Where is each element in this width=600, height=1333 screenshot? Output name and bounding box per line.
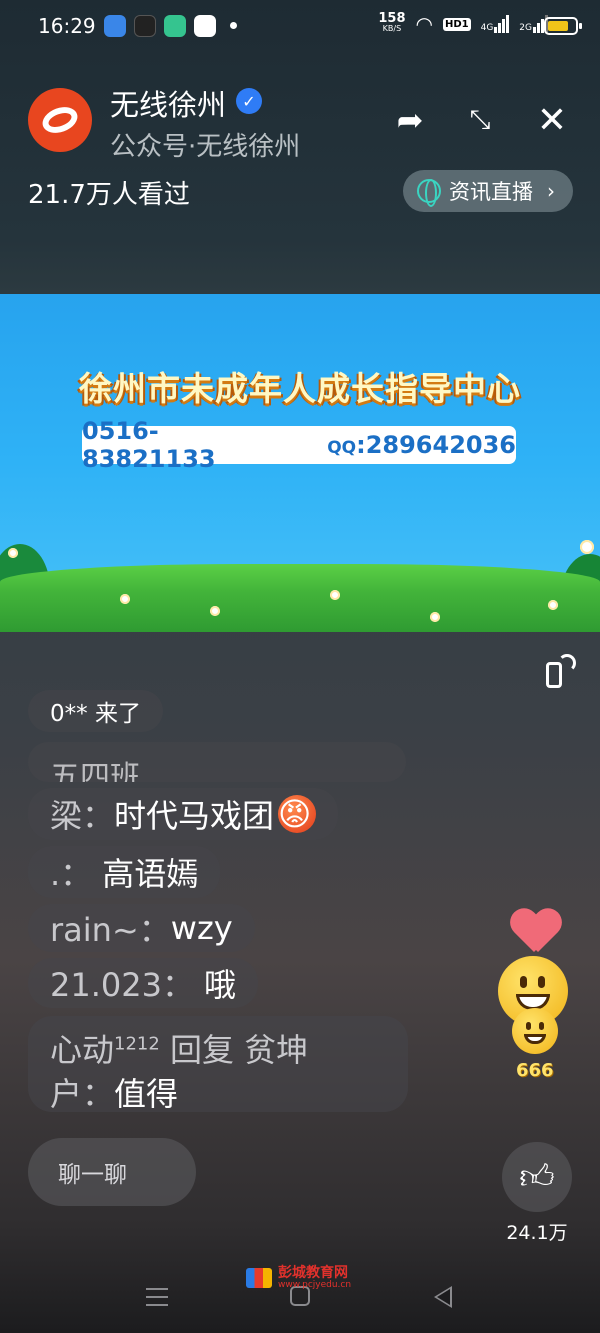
like-button[interactable]: 👍︎ bbox=[502, 1142, 572, 1212]
thumbs-up-smiley-icon bbox=[512, 1008, 558, 1054]
app-notification-icon bbox=[104, 15, 126, 37]
net-speed: 158 KB/S bbox=[378, 11, 406, 33]
comment-item[interactable]: rain~： wzy bbox=[28, 904, 255, 952]
clock: 16:29 bbox=[38, 14, 96, 38]
grass-field bbox=[0, 564, 600, 632]
rotate-screen-button[interactable] bbox=[540, 652, 580, 692]
watermark-name: 彭城教育网 bbox=[278, 1265, 348, 1281]
comment-item[interactable]: 梁： 时代马戏团 bbox=[28, 788, 339, 840]
flower bbox=[8, 548, 18, 558]
video-banner-title: 徐州市未成年人成长指导中心 bbox=[79, 369, 521, 408]
hd-icon: HD1 bbox=[442, 17, 471, 31]
battery-icon bbox=[544, 17, 582, 35]
flower bbox=[548, 600, 558, 610]
watermark-logo-icon bbox=[246, 1268, 272, 1288]
tiktok-notification-icon bbox=[134, 15, 156, 37]
comment-author: rain~： bbox=[50, 911, 171, 949]
share-icon: ➦ bbox=[396, 101, 424, 139]
flower bbox=[210, 606, 220, 616]
thumbs-up-icon: 👍︎ bbox=[519, 1156, 555, 1197]
more-notifications-dot bbox=[230, 22, 237, 29]
minimize-button[interactable]: ⤡ bbox=[460, 100, 500, 140]
news-live-button[interactable]: 资讯直播 › bbox=[403, 170, 573, 212]
globe-icon bbox=[417, 179, 441, 207]
watermark-url: www.pcjyedu.cn bbox=[278, 1280, 352, 1290]
verified-icon: ✓ bbox=[236, 88, 262, 114]
baidu-notification-icon bbox=[194, 15, 216, 37]
watermark: 彭城教育网 www.pcjyedu.cn bbox=[246, 1266, 351, 1290]
flower bbox=[330, 590, 340, 600]
account-avatar[interactable] bbox=[28, 88, 92, 152]
chevron-right-icon: › bbox=[547, 179, 555, 203]
status-bar: 16:29 158 KB/S ◠ HD1 4G 2G bbox=[0, 0, 600, 52]
join-notice: 0** 来了 bbox=[28, 690, 163, 732]
comment-author: 21.023： bbox=[50, 966, 194, 1004]
flower bbox=[580, 540, 594, 554]
phone-number: 0516-83821133 bbox=[82, 417, 216, 473]
qq-contact: QQ:289642036 bbox=[327, 431, 516, 459]
viewer-count: 21.7万人看过 bbox=[28, 180, 190, 210]
account-name[interactable]: 无线徐州 bbox=[110, 82, 226, 124]
like-count: 24.1万 bbox=[506, 1222, 568, 1244]
reply-author: 心动1212 回复 贫坤 户： bbox=[50, 1030, 309, 1113]
angry-face-icon bbox=[278, 795, 317, 833]
collapse-icon: ⤡ bbox=[469, 104, 491, 135]
live-video[interactable]: 徐州市未成年人成长指导中心 0516-83821133 QQ:289642036 bbox=[0, 294, 600, 632]
menu-icon[interactable] bbox=[146, 1288, 168, 1306]
flower bbox=[430, 612, 440, 622]
comment-text: 哦 bbox=[203, 966, 236, 1004]
close-icon: ✕ bbox=[536, 99, 568, 141]
signal-sim1-icon: 4G bbox=[481, 15, 510, 33]
message-notification-icon bbox=[164, 15, 186, 37]
reply-text: 值得 bbox=[114, 1074, 179, 1113]
heart-icon bbox=[510, 910, 562, 956]
back-icon[interactable] bbox=[434, 1286, 452, 1308]
share-button[interactable]: ➦ bbox=[390, 100, 430, 140]
account-subtitle: 公众号·无线徐州 bbox=[110, 132, 301, 162]
comment-text: wzy bbox=[170, 909, 233, 947]
comment-author: .： bbox=[50, 855, 93, 893]
status-icons: 158 KB/S ◠ HD1 4G 2G bbox=[378, 12, 548, 36]
wifi-icon: ◠ bbox=[415, 12, 433, 36]
close-button[interactable]: ✕ bbox=[532, 99, 572, 141]
contact-box: 0516-83821133 QQ:289642036 bbox=[82, 417, 516, 473]
comment-reply-item[interactable]: 心动1212 回复 贫坤 户：值得 bbox=[28, 1016, 408, 1113]
news-live-label: 资讯直播 bbox=[449, 180, 533, 204]
comment-author: 梁： bbox=[50, 797, 115, 835]
comment-item[interactable]: 21.023： 哦 bbox=[28, 958, 258, 1008]
comment-item[interactable]: .： 高语嫣 bbox=[28, 846, 221, 898]
comment-text: 高语嫣 bbox=[102, 855, 199, 893]
chat-input[interactable]: 聊一聊 bbox=[28, 1138, 196, 1206]
flower bbox=[120, 594, 130, 604]
comment-partial: 五四班 bbox=[28, 742, 406, 782]
666-badge: 666 bbox=[516, 1060, 554, 1081]
comment-text: 时代马戏团 bbox=[114, 797, 275, 835]
